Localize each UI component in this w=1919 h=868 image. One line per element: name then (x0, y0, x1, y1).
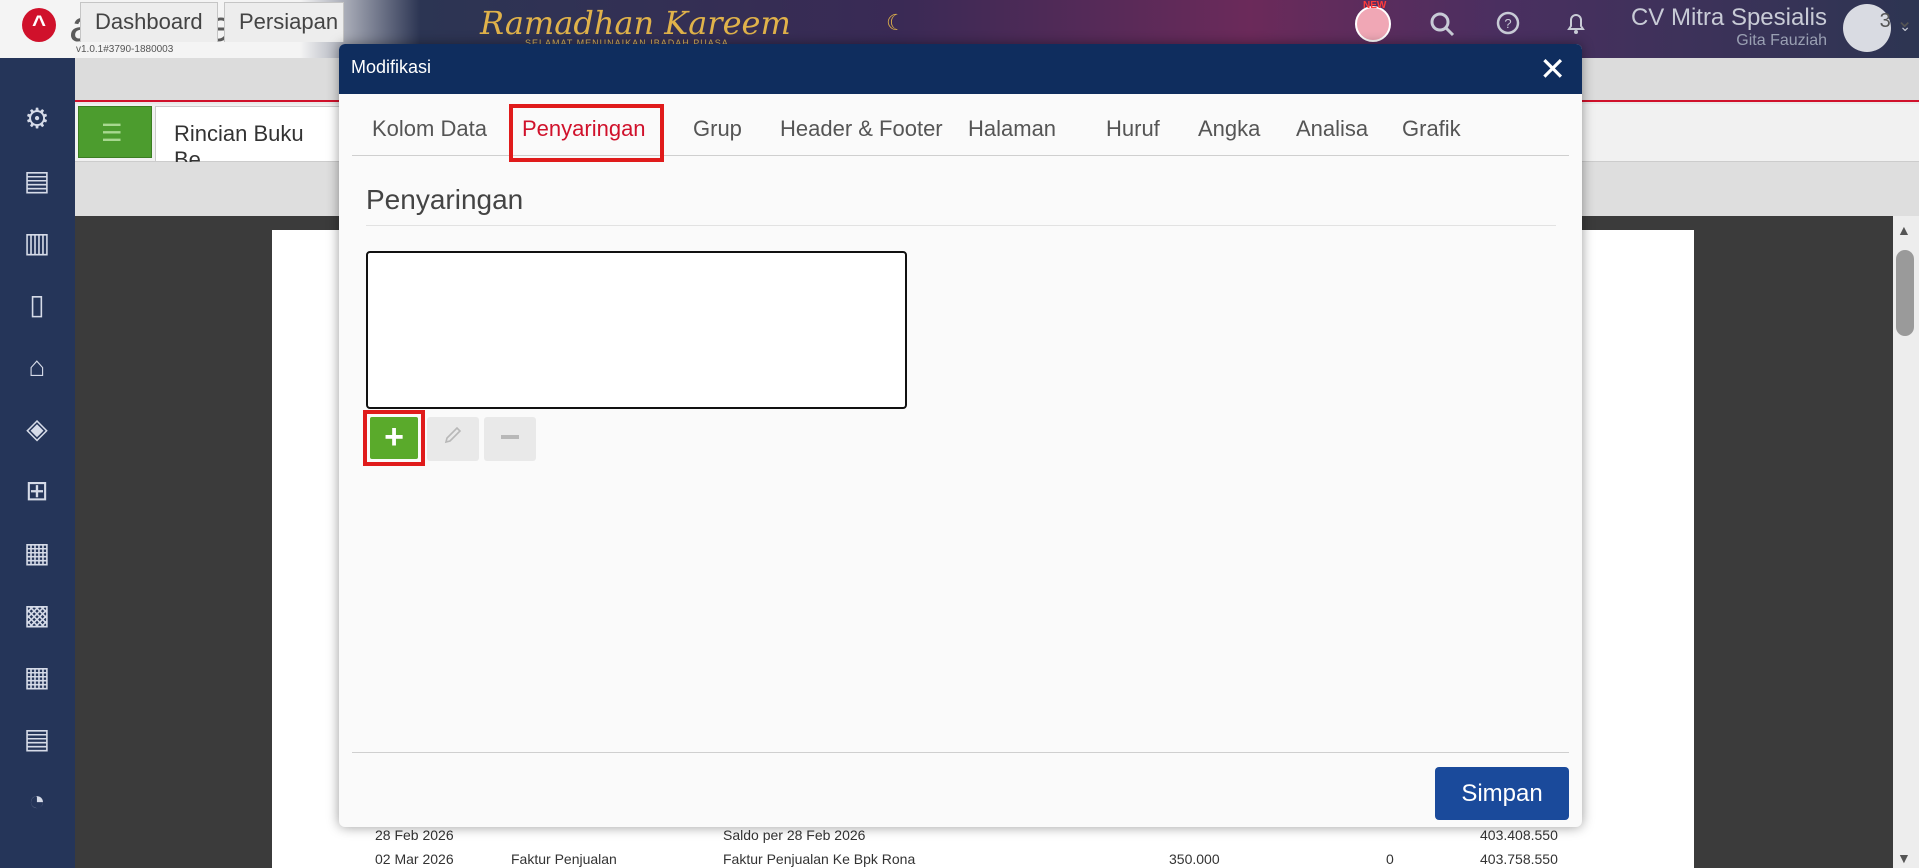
scrollbar-thumb[interactable] (1896, 250, 1914, 336)
new-badge-label: NEW (1363, 0, 1387, 11)
pallet-icon[interactable]: ▦ (18, 658, 56, 696)
trolley-icon[interactable]: ▦ (18, 534, 56, 572)
modifikasi-dialog: Modifikasi ✕ Kolom Data Penyaringan Grup… (339, 44, 1582, 827)
crescent-moon-icon: ☾ (886, 10, 906, 35)
pencil-icon (444, 426, 462, 444)
money-bag-icon[interactable]: ◈ (18, 410, 56, 448)
banner-title: Ramadhan Kareem (480, 4, 791, 42)
scroll-up-icon[interactable]: ▲ (1897, 222, 1911, 238)
divider (352, 752, 1569, 753)
search-icon[interactable] (1424, 10, 1460, 46)
row-credit: 0 (1386, 851, 1394, 867)
section-title: Penyaringan (366, 184, 524, 215)
tab-kolom-data[interactable]: Kolom Data (372, 116, 487, 142)
remove-filter-button[interactable] (484, 417, 536, 461)
row-balance: 403.408.550 (1480, 827, 1558, 843)
whats-new-icon[interactable] (1355, 6, 1391, 42)
close-icon[interactable]: ✕ (1539, 50, 1566, 88)
dialog-title: Modifikasi (351, 57, 432, 77)
report-icon[interactable]: ◔ (18, 782, 56, 820)
company-name[interactable]: CV Mitra Spesialis (1631, 4, 1827, 32)
divider (366, 225, 1556, 226)
tax-icon[interactable]: ▤ (18, 720, 56, 758)
save-button[interactable]: Simpan (1435, 767, 1569, 820)
row-date: 02 Mar 2026 (375, 851, 454, 867)
add-filter-button[interactable]: + (370, 417, 418, 459)
ledger-icon[interactable]: ▯ (18, 286, 56, 324)
tab-angka[interactable]: Angka (1198, 116, 1260, 142)
tab-dashboard[interactable]: Dashboard (80, 2, 218, 42)
row-date: 28 Feb 2026 (375, 827, 454, 843)
bell-icon[interactable] (1558, 10, 1594, 46)
row-description: Saldo per 28 Feb 2026 (723, 827, 866, 843)
scroll-down-icon[interactable]: ▼ (1897, 850, 1911, 866)
tab-persiapan[interactable]: Persiapan (224, 2, 344, 42)
tab-count[interactable]: 3 ⌄ (1880, 8, 1913, 33)
minus-icon (501, 435, 519, 439)
tab-halaman[interactable]: Halaman (968, 116, 1056, 142)
edit-filter-button[interactable] (427, 417, 479, 461)
filter-list[interactable] (366, 251, 907, 409)
list-icon: ☰ (101, 120, 123, 147)
active-tab-highlight (509, 104, 664, 162)
gear-icon[interactable]: ⚙ (18, 100, 56, 138)
sidebar: ⚙ ▤ ▥ ▯ ⌂ ◈ ⊞ ▦ ▩ ▦ ▤ ◔ (0, 58, 75, 868)
accurate-logo-icon: ^ (22, 8, 56, 42)
table-row: 02 Mar 2026 Faktur Penjualan Faktur Penj… (272, 849, 1692, 868)
row-balance: 403.758.550 (1480, 851, 1558, 867)
tab-grup[interactable]: Grup (693, 116, 742, 142)
bank-icon[interactable]: ⌂ (18, 348, 56, 386)
tab-huruf[interactable]: Huruf (1106, 116, 1160, 142)
cash-register-icon[interactable]: ▤ (18, 162, 56, 200)
tab-analisa[interactable]: Analisa (1296, 116, 1368, 142)
row-description: Faktur Penjualan Ke Bpk Rona (723, 851, 916, 867)
cart-icon[interactable]: ⊞ (18, 472, 56, 510)
tab-grafik[interactable]: Grafik (1402, 116, 1461, 142)
svg-text:?: ? (1504, 16, 1511, 31)
help-icon[interactable]: ? (1490, 10, 1526, 46)
menu-list-button[interactable]: ☰ (78, 106, 152, 158)
building-icon[interactable]: ▥ (18, 224, 56, 262)
row-debit: 350.000 (1169, 851, 1220, 867)
user-name: Gita Fauziah (1736, 32, 1827, 49)
warehouse-icon[interactable]: ▩ (18, 596, 56, 634)
table-row: 28 Feb 2026 Saldo per 28 Feb 2026 403.40… (272, 825, 1692, 847)
dialog-header: Modifikasi ✕ (339, 44, 1582, 94)
tab-header-footer[interactable]: Header & Footer (780, 116, 943, 142)
row-type: Faktur Penjualan (511, 851, 617, 867)
version-label: v1.0.1#3790-1880003 (76, 44, 174, 55)
report-tab[interactable]: Rincian Buku Be (155, 106, 355, 172)
